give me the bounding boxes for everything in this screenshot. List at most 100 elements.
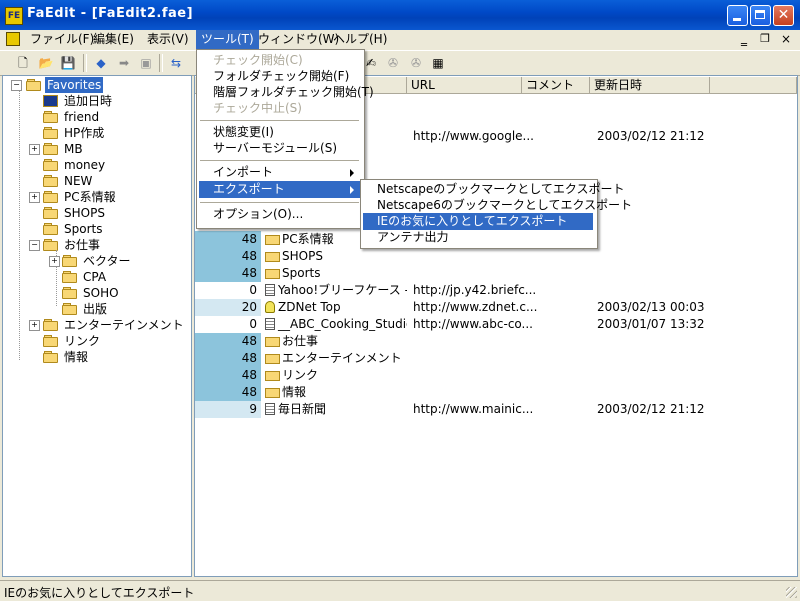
count-cell: 48 xyxy=(195,350,261,367)
folder-icon xyxy=(62,271,78,283)
menu-item-export-netscape6[interactable]: Netscape6のブックマークとしてエクスポート xyxy=(363,197,632,214)
collapse-icon[interactable]: − xyxy=(29,240,40,251)
count-cell: 48 xyxy=(195,367,261,384)
check-folder-icon[interactable]: ✇ xyxy=(384,54,402,72)
column-header-comment[interactable]: コメント xyxy=(522,77,590,94)
menu-item-import[interactable]: インポート xyxy=(199,164,360,181)
toolbar-separator xyxy=(83,54,87,72)
name-cell: リンク xyxy=(265,367,407,384)
toolbar-separator xyxy=(159,54,163,72)
menu-item-change-status[interactable]: 状態変更(I) xyxy=(199,124,360,141)
url-cell: http://www.abc-co... xyxy=(413,317,533,331)
expand-icon[interactable]: + xyxy=(49,256,60,267)
folder-icon xyxy=(43,319,59,331)
folder-icon xyxy=(265,352,280,364)
menu-item-export-ie[interactable]: IEのお気に入りとしてエクスポート xyxy=(363,213,593,230)
tree-item-label: MB xyxy=(64,142,83,156)
column-header-url[interactable]: URL xyxy=(407,77,522,94)
table-row[interactable]: 48 エンターテインメント xyxy=(195,350,795,367)
folder-icon xyxy=(265,369,280,381)
name-cell: __ABC_Cooking_Studio... xyxy=(265,316,407,333)
name-cell: 情報 xyxy=(265,384,407,401)
name-cell: ZDNet Top xyxy=(265,299,407,316)
folder-icon xyxy=(62,287,78,299)
table-row[interactable]: 9 毎日新聞 http://www.mainic... 2003/02/12 2… xyxy=(195,401,795,418)
window-title: FaEdit - [FaEdit2.fae] xyxy=(27,6,194,21)
url-cell: http://jp.y42.briefc... xyxy=(413,283,537,297)
forward-arrow-icon[interactable]: ➡ xyxy=(115,54,133,72)
tree-item-label: CPA xyxy=(83,270,107,284)
folder-icon xyxy=(43,143,59,155)
collapse-icon[interactable]: − xyxy=(11,80,22,91)
menu-item-antenna-output[interactable]: アンテナ出力 xyxy=(363,229,593,246)
menu-edit[interactable]: 編集(E) xyxy=(88,30,139,49)
column-header-date[interactable]: 更新日時 xyxy=(590,77,710,94)
new-file-icon[interactable]: 🗋 xyxy=(14,54,32,72)
child-window-icon[interactable] xyxy=(6,32,20,46)
up-folder-icon[interactable]: ▣ xyxy=(137,54,155,72)
count-cell: 20 xyxy=(195,299,261,316)
menu-item-export[interactable]: エクスポート xyxy=(199,181,360,198)
table-row[interactable]: 48 お仕事 xyxy=(195,333,795,350)
title-bar: FE FaEdit - [FaEdit2.fae] ✕ xyxy=(0,0,800,31)
folder-icon xyxy=(265,386,280,398)
table-row[interactable]: 0 __ABC_Cooking_Studio... http://www.abc… xyxy=(195,316,795,333)
menu-item-export-netscape[interactable]: Netscapeのブックマークとしてエクスポート xyxy=(363,181,625,198)
tree-item-label: Sports xyxy=(64,222,103,236)
count-cell: 48 xyxy=(195,231,261,248)
resize-grip-icon[interactable] xyxy=(786,587,797,598)
name-cell: SHOPS xyxy=(265,248,407,265)
table-row[interactable]: 0 Yahoo!ブリーフケース - リ... http://jp.y42.bri… xyxy=(195,282,795,299)
check-tree-icon[interactable]: ✇ xyxy=(407,54,425,72)
mdi-close-icon[interactable]: × xyxy=(780,33,792,45)
count-cell: 0 xyxy=(249,317,257,331)
url-cell: http://www.mainic... xyxy=(413,402,534,416)
table-row[interactable]: 48 情報 xyxy=(195,384,795,401)
folder-icon xyxy=(43,127,59,139)
maximize-button[interactable] xyxy=(750,5,771,26)
module-icon[interactable]: ▦ xyxy=(429,54,447,72)
menu-item-stop-check[interactable]: チェック中止(S) xyxy=(199,100,360,117)
open-folder-icon[interactable]: 📂 xyxy=(37,54,55,72)
tree-item-label: 情報 xyxy=(64,350,89,364)
save-icon[interactable]: 💾 xyxy=(59,54,77,72)
tree-item-label: friend xyxy=(64,110,100,124)
menu-item-folder-check[interactable]: フォルダチェック開始(F) xyxy=(199,68,360,85)
table-row[interactable]: 48 SHOPS xyxy=(195,248,795,265)
expand-icon[interactable]: + xyxy=(29,144,40,155)
tree-item-label: エンターテインメント xyxy=(64,318,184,332)
tree-guide-line xyxy=(19,90,20,360)
expand-icon[interactable]: + xyxy=(29,320,40,331)
menu-item-start-check[interactable]: チェック開始(C) xyxy=(199,52,360,69)
table-row[interactable]: 48 リンク xyxy=(195,367,795,384)
mdi-minimize-icon[interactable]: ‗ xyxy=(738,33,750,45)
lightbulb-icon xyxy=(265,301,275,313)
menu-item-options[interactable]: オプション(O)... xyxy=(199,206,360,223)
folder-icon xyxy=(43,335,59,347)
mdi-restore-icon[interactable]: ❐ xyxy=(759,33,771,45)
minimize-button[interactable] xyxy=(727,5,748,26)
tree-item-label: PC系情報 xyxy=(64,190,116,204)
date-cell: 2003/02/12 21:12 xyxy=(597,402,705,416)
tree-item-label: Favorites xyxy=(45,77,104,93)
table-row[interactable]: 48 Sports xyxy=(195,265,795,282)
toolbar: 🗋 📂 💾 ◆ ➡ ▣ ⇆ ✍ ✇ ✇ ▦ xyxy=(0,50,800,76)
back-arrow-icon[interactable]: ◆ xyxy=(92,54,110,72)
menu-help[interactable]: ヘルプ(H) xyxy=(328,30,392,49)
name-cell: お仕事 xyxy=(265,333,407,350)
tree-item-label: SOHO xyxy=(83,286,119,300)
table-row[interactable]: 20 ZDNet Top http://www.zdnet.c... 2003/… xyxy=(195,299,795,316)
folder-icon xyxy=(43,351,59,363)
folder-icon xyxy=(43,223,59,235)
count-cell: 48 xyxy=(195,384,261,401)
close-button[interactable]: ✕ xyxy=(773,5,794,26)
count-cell: 48 xyxy=(195,333,261,350)
expand-icon[interactable]: + xyxy=(29,192,40,203)
name-cell: Yahoo!ブリーフケース - リ... xyxy=(265,282,407,299)
menu-item-server-module[interactable]: サーバーモジュール(S) xyxy=(199,140,360,157)
menu-item-tree-check[interactable]: 階層フォルダチェック開始(T) xyxy=(199,84,374,101)
menu-view[interactable]: 表示(V) xyxy=(142,30,194,49)
menu-tools[interactable]: ツール(T) xyxy=(196,30,259,49)
swap-view-icon[interactable]: ⇆ xyxy=(167,54,185,72)
url-cell: http://www.zdnet.c... xyxy=(413,300,538,314)
